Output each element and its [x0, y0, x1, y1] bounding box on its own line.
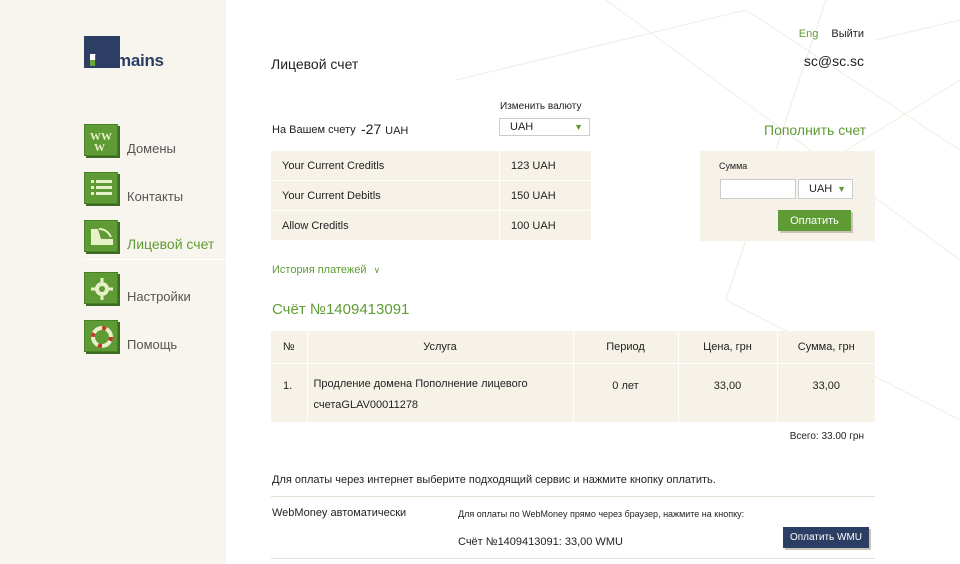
row-sum: 33,00	[777, 362, 875, 422]
column-header: №	[271, 331, 308, 363]
webmoney-invoice: Счёт №1409413091: 33,00 WMU	[458, 536, 623, 548]
invoice-table: № Услуга Период Цена, грн Сумма, грн 1. …	[271, 331, 875, 422]
credit-label: Your Current Debitls	[271, 181, 499, 210]
contacts-list-icon	[84, 172, 118, 204]
service-line: Продление домена Пополнение лицевого	[313, 377, 528, 390]
change-currency-label: Изменить валюту	[500, 101, 582, 112]
payment-history-label: История платежей	[272, 264, 367, 276]
credit-row: Allow Creditls 100 UAH	[271, 211, 591, 240]
service-line: счетаGLAV00011278	[313, 398, 419, 411]
sidebar-item-domains[interactable]: WW W Домены	[84, 122, 226, 156]
sidebar-item-label: Лицевой счет	[127, 236, 215, 252]
topup-currency-value: UAH	[809, 183, 833, 195]
table-row: 1. Продление домена Пополнение лицевого …	[271, 362, 875, 422]
credit-value: 100 UAH	[500, 211, 591, 240]
webmoney-label: WebMoney автоматически	[272, 507, 407, 519]
credit-value: 123 UAH	[500, 151, 591, 180]
sidebar-item-label: Настройки	[127, 289, 191, 304]
webmoney-note: Для оплаты по WebMoney прямо через брауз…	[458, 509, 745, 519]
divider	[271, 496, 875, 497]
topup-title: Пополнить счет	[764, 122, 867, 138]
active-underline	[84, 259, 226, 260]
row-number: 1.	[271, 362, 308, 422]
column-header: Сумма, грн	[777, 331, 875, 363]
row-price: 33,00	[678, 362, 778, 422]
logout-link[interactable]: Выйти	[831, 28, 864, 40]
sidebar: Domains WW W Домены Контакты Лицевой сче…	[0, 0, 226, 564]
credit-row: Your Current Creditls 123 UAH	[271, 151, 591, 180]
chevron-down-icon: ∨	[373, 265, 381, 275]
currency-select[interactable]: UAH ▼	[499, 118, 590, 136]
table-header-row: № Услуга Период Цена, грн Сумма, грн	[271, 331, 875, 363]
sidebar-item-help[interactable]: Помощь	[84, 318, 226, 352]
payment-note: Для оплаты через интернет выберите подхо…	[272, 474, 716, 486]
www-icon: WW W	[84, 124, 118, 156]
invoice-total: Всего: 33.00 грн	[789, 431, 864, 442]
page-title: Лицевой счет	[271, 56, 359, 72]
currency-select-value: UAH	[510, 121, 534, 133]
logo-text: Domains	[94, 51, 164, 70]
sidebar-item-account[interactable]: Лицевой счет	[84, 218, 226, 252]
lifebuoy-icon	[84, 320, 118, 352]
chevron-down-icon: ▼	[574, 122, 583, 132]
sidebar-item-contacts[interactable]: Контакты	[84, 170, 226, 204]
credit-label: Your Current Creditls	[271, 151, 499, 180]
invoice-title: Счёт №1409413091	[272, 301, 410, 318]
row-period: 0 лет	[573, 362, 679, 422]
logo[interactable]: Domains	[84, 36, 174, 72]
balance-label: На Вашем счету	[272, 124, 356, 136]
gear-icon	[84, 272, 118, 304]
svg-text:W: W	[94, 142, 105, 153]
topup-panel: Сумма UAH ▼ Оплатить	[700, 151, 875, 241]
divider	[271, 558, 875, 559]
sidebar-item-label: Домены	[127, 141, 176, 156]
column-header: Цена, грн	[678, 331, 778, 363]
sum-label: Сумма	[719, 161, 748, 171]
balance-unit: UAH	[385, 125, 409, 137]
balance-amount: -27	[361, 121, 382, 137]
top-links: Eng Выйти	[799, 28, 864, 40]
credit-label: Allow Creditls	[271, 211, 499, 240]
balance-value: -27 UAH	[361, 121, 408, 137]
language-link[interactable]: Eng	[799, 28, 819, 40]
chevron-down-icon: ▼	[837, 184, 846, 194]
credit-value: 150 UAH	[500, 181, 591, 210]
payment-history-link[interactable]: История платежей ∨	[272, 264, 380, 276]
column-header: Услуга	[307, 331, 574, 363]
credit-row: Your Current Debitls 150 UAH	[271, 181, 591, 210]
credits-table: Your Current Creditls 123 UAH Your Curre…	[271, 151, 591, 241]
topup-currency-select[interactable]: UAH ▼	[798, 179, 853, 199]
account-icon	[84, 220, 118, 252]
row-service: Продление домена Пополнение лицевого сче…	[307, 362, 574, 422]
sidebar-item-label: Контакты	[127, 189, 184, 204]
user-email: sc@sc.sc	[803, 53, 864, 69]
pay-wmu-button[interactable]: Оплатить WMU	[783, 527, 869, 548]
sidebar-item-settings[interactable]: Настройки	[84, 270, 226, 304]
pay-button[interactable]: Оплатить	[778, 210, 851, 231]
column-header: Период	[573, 331, 679, 363]
sidebar-item-label: Помощь	[127, 337, 178, 352]
sum-input[interactable]	[720, 179, 796, 199]
